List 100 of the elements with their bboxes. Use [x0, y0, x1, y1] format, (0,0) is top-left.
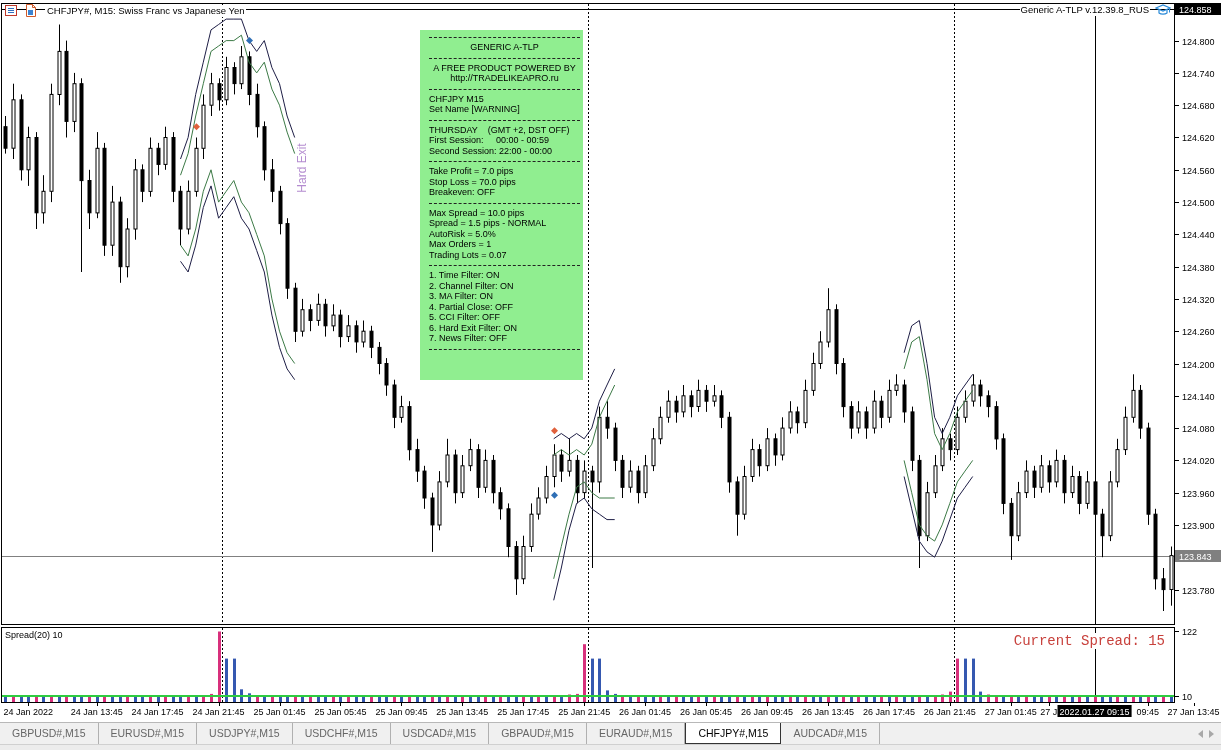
spread-bar [111, 696, 114, 702]
candlestick [971, 373, 976, 408]
spread-bar [58, 696, 61, 702]
candlestick [567, 438, 572, 477]
spread-bar [248, 693, 251, 702]
spread-bar [865, 696, 868, 702]
spread-bar [1101, 696, 1104, 702]
spread-bar [789, 695, 792, 702]
diamond-marker [246, 37, 253, 45]
candlestick [620, 454, 625, 499]
candlestick [163, 126, 168, 171]
candlestick [239, 45, 244, 90]
candlestick [498, 486, 503, 521]
candlestick [994, 400, 999, 451]
spread-bar [1017, 696, 1020, 702]
spread-bar [88, 695, 91, 702]
spread-bar [1086, 696, 1089, 702]
diamond-marker [551, 491, 558, 499]
spread-bar [271, 695, 274, 702]
spread-bar [1078, 695, 1081, 702]
candlestick [986, 389, 991, 418]
time-label: 09:45 [1136, 707, 1160, 717]
candlestick [514, 540, 519, 596]
spread-bar [469, 696, 472, 702]
level-label: 10 [1182, 691, 1192, 702]
spread-bar [378, 696, 381, 702]
candlestick [651, 427, 656, 472]
spread-bar [50, 695, 53, 702]
candlestick [834, 303, 839, 375]
price-label: 123.780 [1182, 585, 1215, 596]
price-label: 124.560 [1182, 165, 1215, 176]
spread-bar [1116, 695, 1119, 702]
candlestick [552, 443, 557, 488]
spread-bar [324, 696, 327, 702]
spread-bar [416, 696, 419, 702]
spread-bar [1055, 696, 1058, 702]
candlestick [217, 77, 222, 112]
spread-bar [774, 696, 777, 702]
spread-bar [454, 696, 457, 702]
candlestick [506, 502, 511, 558]
spread-bar [317, 696, 320, 702]
candlestick [178, 185, 183, 246]
candlestick [765, 427, 770, 472]
spread-bar [126, 695, 129, 702]
chart-tab[interactable]: CHFJPY#,M15 [685, 723, 782, 744]
candlestick [773, 433, 778, 467]
spread-bar [682, 696, 685, 702]
spread-bar [20, 696, 23, 702]
info-text: http://TRADELIKEAPRO.ru [450, 73, 559, 84]
spread-bar [804, 695, 807, 702]
spread-bar [172, 696, 175, 702]
spread-bar [1010, 695, 1013, 702]
info-text: Breakeven: OFF [429, 187, 496, 198]
candlestick [1115, 438, 1120, 488]
candlestick [460, 454, 465, 499]
spread-bar [515, 696, 518, 702]
spread-bar [1109, 696, 1112, 702]
crosshair-time-tag: 2022.01.27 09:15 [1057, 705, 1132, 717]
candlestick [156, 142, 161, 176]
spread-bar [1154, 696, 1157, 702]
candlestick [26, 126, 31, 187]
spread-bar [1094, 695, 1097, 702]
candlestick [125, 217, 130, 278]
spread-bar [385, 696, 388, 702]
spread-bar [42, 696, 45, 702]
spread-bar [637, 695, 640, 702]
spread-bar [362, 696, 365, 702]
info-text: Second Session: 22:00 - 00:00 [429, 145, 553, 156]
price-label: 124.260 [1182, 326, 1215, 337]
spread-bar [279, 696, 282, 702]
candlestick [399, 395, 404, 424]
candlestick [1093, 476, 1098, 526]
candlestick [910, 406, 915, 472]
spread-bar [210, 693, 213, 702]
candlestick [887, 379, 892, 424]
spread-bar [751, 695, 754, 702]
annotation-text: Hard Exit [295, 143, 309, 193]
candlestick [1032, 465, 1037, 499]
spread-bar [1063, 695, 1066, 702]
price-label: 124.140 [1182, 391, 1215, 402]
candlestick [445, 438, 450, 488]
time-label: 25 Jan 01:45 [253, 707, 306, 717]
spread-bar [972, 658, 975, 702]
candlestick [1070, 465, 1075, 499]
spread-bar [1048, 695, 1051, 702]
price-label: 124.440 [1182, 229, 1215, 240]
ref-line-label: 124.858 [1179, 5, 1212, 15]
candlestick [415, 438, 420, 483]
spread-bar [995, 695, 998, 702]
diamond-marker [551, 427, 558, 435]
info-text: 4. Partial Close: OFF [429, 301, 514, 312]
spread-bar [12, 695, 15, 702]
spread-bar [492, 696, 495, 702]
spread-bar [484, 695, 487, 702]
spread-bar [537, 695, 540, 702]
spread-bar [27, 696, 30, 702]
candlestick [41, 174, 46, 225]
info-text: A FREE PRODUCT POWERED BY [433, 62, 576, 73]
time-label: 26 Jan 05:45 [680, 707, 733, 717]
spread-bar [35, 695, 38, 702]
